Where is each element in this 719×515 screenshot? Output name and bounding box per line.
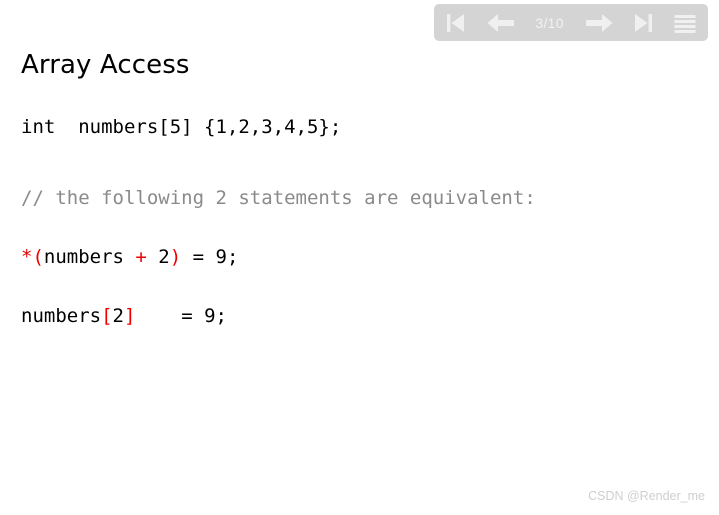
- slide-navigation-toolbar: 3/10: [434, 4, 708, 41]
- code-token: ): [169, 246, 182, 268]
- code-line-index-form: numbers[2] = 9;: [21, 307, 681, 328]
- code-token: = 9;: [181, 246, 239, 268]
- next-slide-button[interactable]: [584, 9, 614, 37]
- code-token: int numbers[5] {1,2,3,4,5};: [21, 116, 342, 138]
- skip-back-icon: [445, 11, 467, 35]
- code-token: 2: [112, 305, 124, 327]
- skip-forward-icon: [632, 11, 654, 35]
- code-token: +: [135, 246, 159, 268]
- code-block: int numbers[5] {1,2,3,4,5}; // the follo…: [21, 118, 681, 328]
- code-line-comment: // the following 2 statements are equiva…: [21, 189, 681, 210]
- code-token: numbers: [43, 246, 136, 268]
- first-slide-button[interactable]: [445, 9, 467, 37]
- code-token: [: [101, 305, 113, 327]
- code-token: *(: [21, 246, 44, 268]
- code-line-pointer-form: *(numbers + 2) = 9;: [21, 248, 681, 269]
- code-token: 2: [158, 246, 170, 268]
- last-slide-button[interactable]: [632, 9, 654, 37]
- arrow-left-icon: [486, 11, 516, 35]
- code-token: // the following 2 statements are equiva…: [21, 187, 536, 209]
- slide-canvas: 3/10 Array Access int numbers[5] {1,2,3,…: [0, 0, 719, 515]
- hamburger-menu-icon: [673, 11, 697, 35]
- watermark: CSDN @Render_me: [588, 489, 705, 503]
- arrow-right-icon: [584, 11, 614, 35]
- code-token: = 9;: [135, 305, 227, 327]
- code-token: numbers: [21, 305, 102, 327]
- menu-button[interactable]: [673, 9, 697, 37]
- page-title: Array Access: [21, 50, 190, 80]
- code-line-declaration: int numbers[5] {1,2,3,4,5};: [21, 118, 681, 139]
- previous-slide-button[interactable]: [486, 9, 516, 37]
- code-token: ]: [123, 305, 136, 327]
- page-counter: 3/10: [535, 14, 564, 31]
